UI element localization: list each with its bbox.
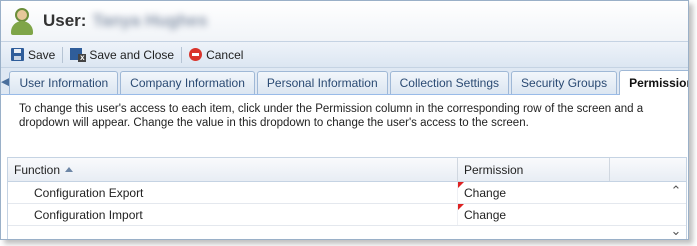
tab-collection-settings[interactable]: Collection Settings: [389, 71, 510, 94]
chevron-up-icon[interactable]: ⌃: [669, 184, 683, 198]
save-and-close-button[interactable]: x Save and Close: [66, 45, 178, 65]
permission-cell[interactable]: Change: [457, 182, 609, 203]
save-close-icon: x: [70, 47, 87, 62]
tab-company-information[interactable]: Company Information: [120, 71, 255, 94]
permission-value: Change: [464, 185, 507, 200]
permissions-grid: Function Permission Configuration Export…: [7, 157, 687, 239]
save-button[interactable]: Save: [7, 45, 59, 65]
arrow-left-icon[interactable]: ◀: [1, 68, 9, 94]
modified-marker: [458, 204, 464, 210]
permission-value: Change: [464, 207, 507, 222]
column-header-permission-label: Permission: [464, 162, 524, 177]
grid-scrollbar[interactable]: ⌃ ⌄: [666, 182, 686, 239]
column-header-function-label: Function: [14, 162, 61, 177]
save-button-label: Save: [28, 47, 56, 62]
toolbar-separator: [62, 46, 64, 63]
cancel-button[interactable]: Cancel: [185, 45, 247, 65]
column-header-permission[interactable]: Permission: [458, 158, 610, 181]
table-row[interactable]: Configuration Export Change: [8, 182, 686, 204]
column-header-function[interactable]: Function: [8, 158, 458, 181]
cancel-icon: [189, 48, 203, 61]
save-icon: [11, 48, 24, 61]
cancel-button-label: Cancel: [206, 47, 244, 62]
tab-strip: ◀ User Information Company Information P…: [1, 68, 688, 95]
user-name: Tanya Hughes: [92, 11, 208, 30]
grid-header: Function Permission: [8, 158, 686, 182]
permission-cell[interactable]: Change: [457, 204, 609, 225]
function-cell: Configuration Import: [34, 207, 143, 222]
chevron-down-icon[interactable]: ⌄: [669, 224, 683, 238]
table-row[interactable]: Configuration Import Change: [8, 204, 686, 226]
tab-personal-information[interactable]: Personal Information: [256, 71, 388, 94]
function-cell: Configuration Export: [34, 185, 144, 200]
column-header-spacer: [610, 158, 686, 181]
toolbar: Save x Save and Close Cancel: [1, 41, 688, 68]
tab-permissions[interactable]: Permissions: [619, 70, 688, 95]
user-avatar-icon: [11, 7, 33, 35]
modified-marker: [458, 182, 464, 188]
save-and-close-label: Save and Close: [89, 47, 175, 62]
user-editor-window: User: Tanya Hughes Save x Save and Close…: [0, 0, 689, 240]
tab-user-information[interactable]: User Information: [9, 71, 119, 94]
tab-security-groups[interactable]: Security Groups: [511, 71, 618, 94]
page-title: User:: [43, 11, 87, 30]
permissions-instructions: To change this user's access to each ite…: [19, 103, 644, 129]
sort-asc-icon: [65, 167, 74, 172]
window-header: User: Tanya Hughes: [1, 1, 688, 41]
toolbar-separator: [181, 46, 183, 63]
